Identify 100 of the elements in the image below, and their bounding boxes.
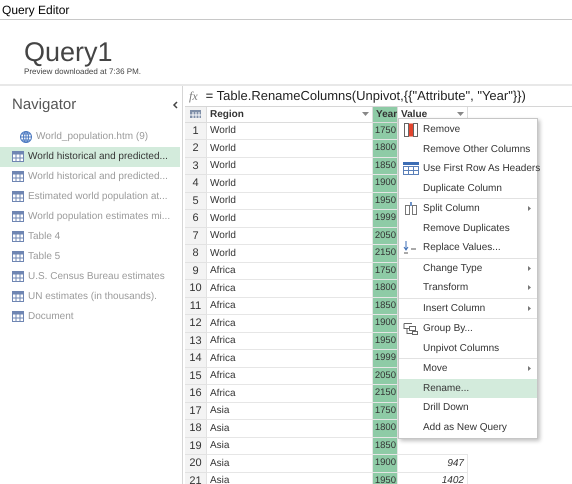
table-cell: 2050 [373,368,398,385]
table-icon[interactable] [190,110,201,118]
table-cell: 947 [398,455,468,472]
replace-values-icon [403,240,419,256]
table-cell: World [207,245,373,262]
menu-item[interactable]: Transform [399,278,537,298]
table-icon [12,231,24,242]
table-icon [12,251,24,262]
table-icon [12,171,24,182]
table-cell: World [207,228,373,245]
table-cell: Asia [207,455,373,472]
table-cell: Africa [207,385,373,402]
table-cell: 1800 [373,420,398,438]
table-cell: 1950 [373,332,398,350]
table-cell: World [207,210,373,228]
menu-item[interactable]: Duplicate Column [399,178,537,198]
row-number: 6 [185,210,207,228]
menu-item[interactable]: Add as New Query [399,418,537,437]
table-cell: 1900 [373,455,398,472]
menu-item[interactable]: Remove [399,120,537,140]
row-number: 18 [185,420,207,438]
row-number: 17 [185,402,207,420]
menu-item[interactable]: Replace Values... [399,238,537,258]
table-icon [12,191,24,202]
row-number: 11 [185,298,207,315]
row-number: 10 [185,280,207,298]
table-cell: 1850 [373,158,398,175]
column-header[interactable]: Year [373,106,398,122]
row-number: 8 [185,245,207,262]
window-title: Query Editor [2,2,70,18]
row-number: 14 [185,350,207,368]
preview-status: Preview downloaded at 7:36 PM. [24,67,142,78]
row-number: 21 [185,472,207,484]
table-cell: 2150 [373,385,398,402]
table-cell: 1850 [373,438,398,455]
split-column-icon [404,202,418,216]
row-number: 13 [185,332,207,350]
menu-item[interactable]: Unpivot Columns [399,338,537,358]
fx-icon: fx [189,86,198,105]
table-cell: Asia [207,402,373,420]
globe-icon [20,130,32,142]
table-cell: World [207,175,373,192]
formula-text: = Table.RenameColumns(Unpivot,{{"Attribute", "Year"}}) [206,87,526,105]
menu-item[interactable]: Remove Other Columns [399,140,537,159]
table-cell: Africa [207,368,373,385]
menu-item[interactable]: Split Column [399,199,537,218]
table-icon [12,151,24,162]
row-number: 3 [185,158,207,175]
menu-item[interactable]: Rename... [399,378,537,398]
table-cell: Africa [207,315,373,332]
navigator-item[interactable]: World historical and predicted... [0,146,180,166]
table-cell: World [207,140,373,158]
table-cell: 1999 [373,210,398,228]
table-cell: Asia [207,438,373,455]
table-cell: 1800 [373,280,398,298]
row-number: 9 [185,262,207,280]
table-cell: Africa [207,298,373,315]
table-cell: Africa [207,262,373,280]
menu-item[interactable]: Drill Down [399,398,537,418]
table-cell: 1999 [373,350,398,368]
table-cell: 1750 [373,402,398,420]
table-cell: Africa [207,280,373,298]
table-cell: World [207,192,373,210]
row-number: 12 [185,315,207,332]
table-cell: 2050 [373,228,398,245]
query-name: Query1 [24,38,114,66]
row-number: 5 [185,192,207,210]
table-cell: Africa [207,350,373,368]
row-number: 19 [185,438,207,455]
row-number: 16 [185,385,207,402]
group-by-icon [403,322,419,336]
row-number: 2 [185,140,207,158]
column-header[interactable]: Region [207,106,373,122]
table-icon [12,271,24,282]
table-header-icon [403,162,419,176]
navigator-title: Navigator [12,95,76,115]
table-cell: Africa [207,332,373,350]
table-cell: 1850 [373,298,398,315]
table-cell: 2150 [373,245,398,262]
table-cell: 1900 [373,175,398,192]
table-cell: World [207,158,373,175]
menu-item[interactable]: Group By... [399,319,537,338]
menu-item[interactable]: Move [399,359,537,378]
row-number: 1 [185,122,207,140]
table-cell: 1402 [398,472,468,484]
columns-icon [404,122,418,137]
table-icon [12,291,24,302]
row-number: 20 [185,455,207,472]
table-cell: 1750 [373,122,398,140]
table-cell: 1950 [373,472,398,484]
table-cell: 1750 [373,262,398,280]
dropdown-icon[interactable] [362,112,369,116]
dropdown-icon[interactable] [457,112,464,116]
menu-item[interactable]: Remove Duplicates [399,218,537,238]
menu-item[interactable]: Insert Column [399,298,537,318]
row-number: 4 [185,175,207,192]
collapse-icon[interactable] [172,101,178,110]
table-icon [12,211,24,222]
menu-item[interactable]: Change Type [399,258,537,278]
row-number: 7 [185,228,207,245]
